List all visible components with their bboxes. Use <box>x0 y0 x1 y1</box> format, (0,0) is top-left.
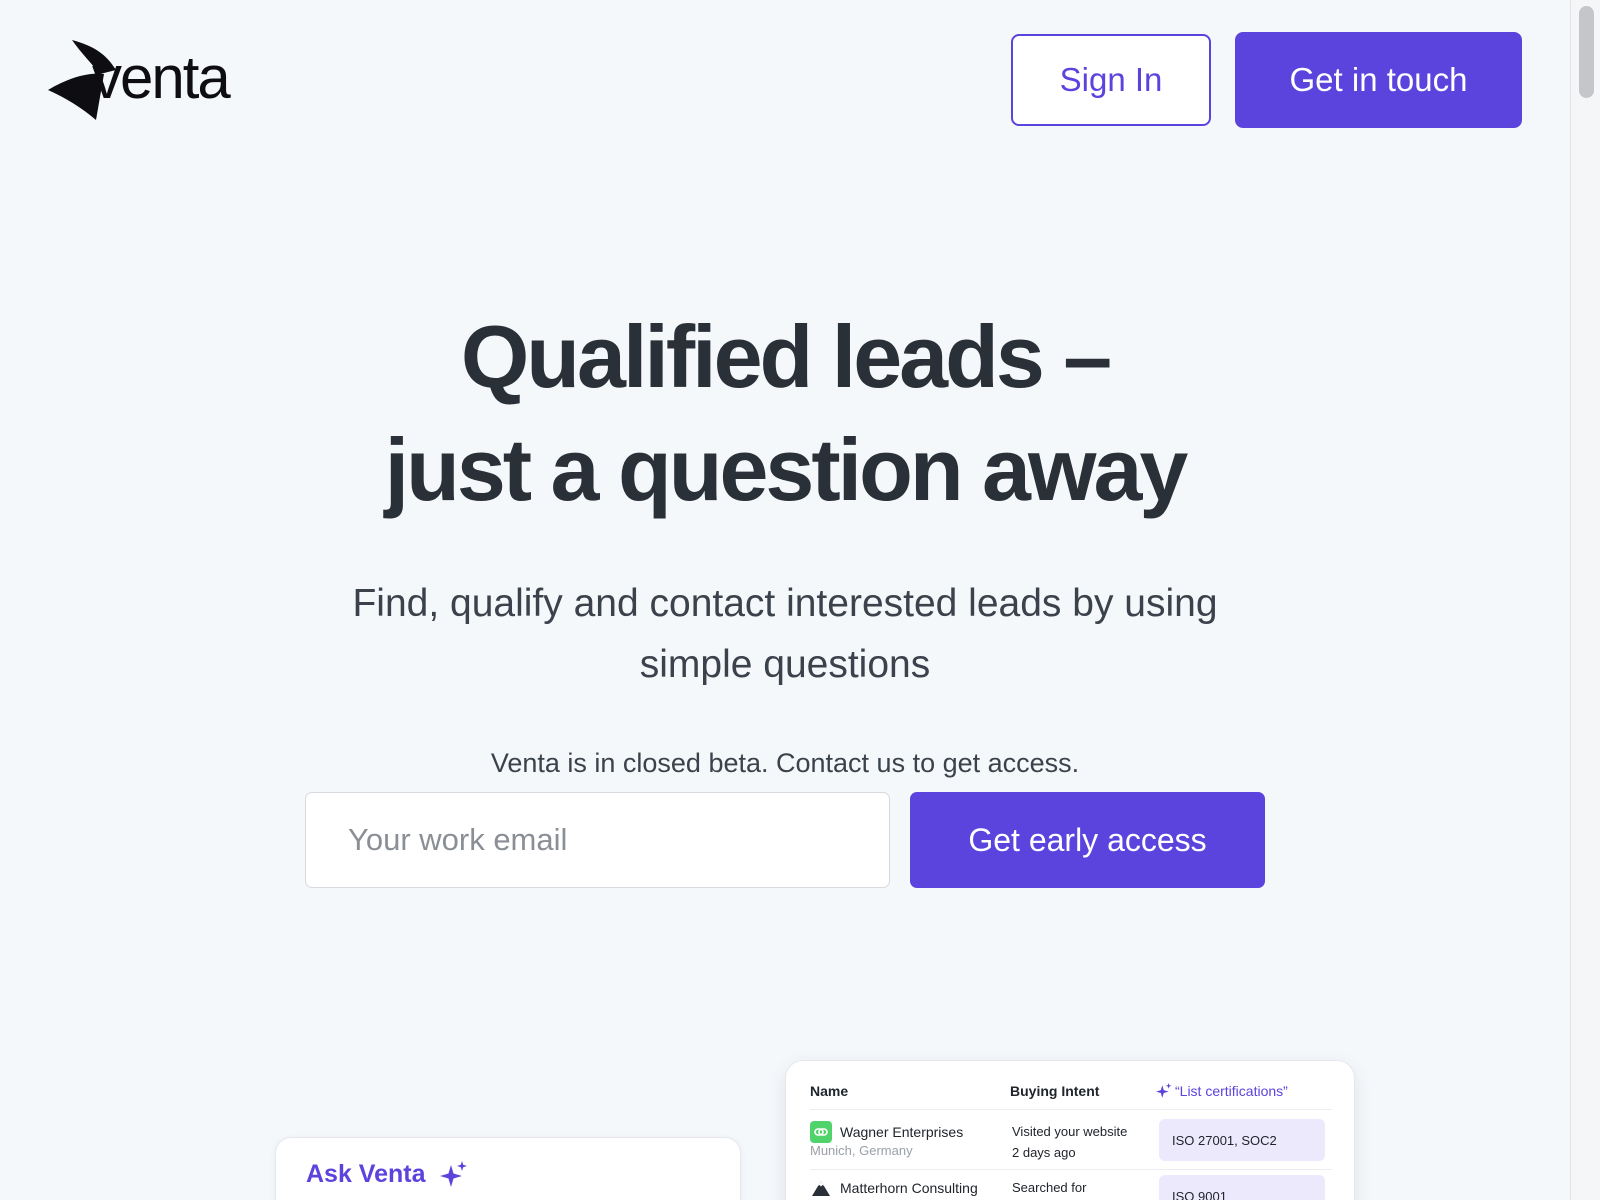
intent-line-1: Visited your website <box>1012 1124 1128 1139</box>
ask-venta-title: Ask Venta <box>306 1160 426 1188</box>
landing-page: venta Sign In Get in touch Qualified lea… <box>0 0 1570 1200</box>
hero-title-line-2: just a question away <box>384 420 1189 519</box>
venta-logo-wordmark: venta <box>92 44 231 111</box>
column-header-ai-query: “List certifications” <box>1156 1083 1288 1099</box>
ai-query-label: “List certifications” <box>1175 1083 1288 1099</box>
company-cell: Wagner Enterprises <box>810 1121 963 1143</box>
sign-in-button[interactable]: Sign In <box>1011 34 1211 126</box>
table-row[interactable]: Wagner Enterprises Munich, Germany Visit… <box>810 1113 1332 1169</box>
leads-table-card: Name Buying Intent “List certifications”… <box>785 1060 1355 1200</box>
company-cell: Matterhorn Consulting <box>810 1177 978 1199</box>
certifications-cell: ISO 9001 <box>1159 1175 1325 1200</box>
company-name: Matterhorn Consulting <box>840 1180 978 1196</box>
buying-intent-cell: Visited your website 2 days ago <box>1012 1121 1152 1163</box>
certifications-cell: ISO 27001, SOC2 <box>1159 1119 1325 1161</box>
company-name: Wagner Enterprises <box>840 1124 964 1140</box>
hero-title: Qualified leads – just a question away <box>0 300 1570 526</box>
sparkle-icon <box>439 1160 467 1187</box>
get-in-touch-button[interactable]: Get in touch <box>1235 32 1522 128</box>
hero-subtitle: Find, qualify and contact interested lea… <box>0 573 1570 695</box>
page-scrollbar[interactable] <box>1570 0 1600 1200</box>
hero-subtitle-line-1: Find, qualify and contact interested lea… <box>352 582 1218 625</box>
hero-subtitle-line-2: simple questions <box>639 643 931 686</box>
buying-intent-cell: Searched for <box>1012 1177 1152 1198</box>
company-location: Munich, Germany <box>810 1143 913 1158</box>
venta-logo[interactable]: venta <box>48 40 248 122</box>
intent-line-2: 2 days ago <box>1012 1145 1076 1160</box>
hero-title-line-1: Qualified leads – <box>460 307 1112 406</box>
mountain-icon <box>810 1177 832 1199</box>
column-header-name: Name <box>810 1083 849 1099</box>
work-email-input[interactable] <box>305 792 890 888</box>
column-header-buying-intent: Buying Intent <box>1010 1083 1100 1099</box>
table-row[interactable]: Matterhorn Consulting Searched for ISO 9… <box>810 1169 1332 1200</box>
get-early-access-button[interactable]: Get early access <box>910 792 1265 888</box>
beta-note: Venta is in closed beta. Contact us to g… <box>490 748 1080 778</box>
ask-venta-card[interactable]: Ask Venta <box>275 1137 741 1200</box>
ask-venta-heading: Ask Venta <box>306 1160 468 1189</box>
sparkle-icon <box>1156 1083 1172 1098</box>
header-divider <box>810 1109 1332 1110</box>
scrollbar-thumb[interactable] <box>1579 6 1594 98</box>
intent-line-1: Searched for <box>1012 1180 1087 1195</box>
link-icon <box>810 1121 832 1143</box>
